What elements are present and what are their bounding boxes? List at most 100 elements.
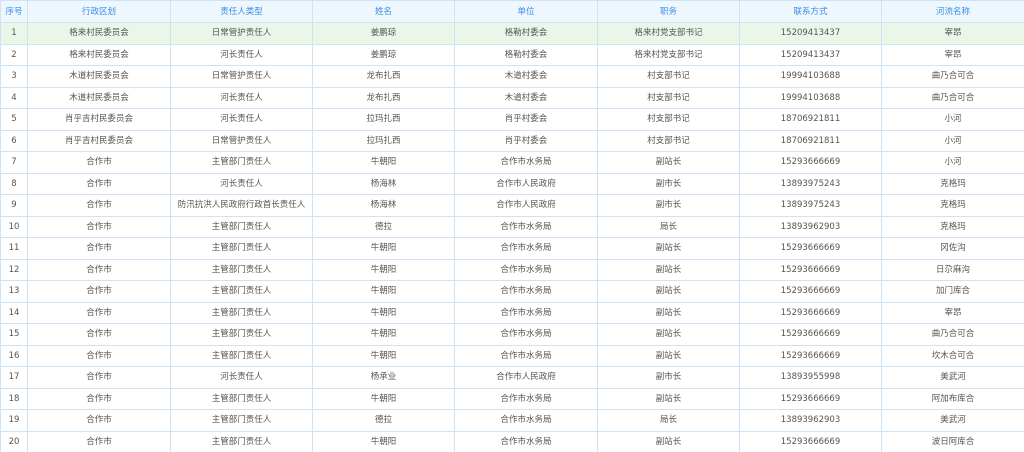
table-row[interactable]: 6 肖乎吉村民委员会 日常管护责任人 拉玛扎西 肖乎村委会 村支部书记 1870692181… <box>0 129 1024 152</box>
column-header-responsible-type[interactable]: 责任人类型 <box>170 0 313 23</box>
cell-river-name: 小河 <box>881 108 1024 131</box>
cell-index: 3 <box>0 65 28 88</box>
table-row[interactable]: 4 木道村民委员会 河长责任人 龙布扎西 木道村委会 村支部书记 19994103688 曲乃… <box>0 86 1024 109</box>
cell-position: 副站长 <box>597 323 740 346</box>
cell-unit: 合作市水务局 <box>454 387 598 410</box>
table-row[interactable]: 13 合作市 主管部门责任人 牛朝阳 合作市水务局 副站长 15293666669 加门库合 <box>0 280 1024 303</box>
cell-contact: 15293666669 <box>739 387 882 410</box>
cell-river-name: 曲乃合可合 <box>881 323 1024 346</box>
cell-responsible-type: 主管部门责任人 <box>170 237 313 260</box>
cell-admin-area: 合作市 <box>27 344 171 367</box>
cell-river-name: 美武河 <box>881 366 1024 389</box>
cell-name: 牛朝阳 <box>312 387 455 410</box>
cell-contact: 15293666669 <box>739 430 882 452</box>
table-header: 序号 行政区划 责任人类型 姓名 单位 职务 联系方式 河流名称 <box>0 0 1024 23</box>
cell-admin-area: 合作市 <box>27 237 171 260</box>
column-header-index[interactable]: 序号 <box>0 0 28 23</box>
cell-responsible-type: 日常管护责任人 <box>170 129 313 152</box>
table-row[interactable]: 10 合作市 主管部门责任人 德拉 合作市水务局 局长 13893962903 克格玛 <box>0 215 1024 238</box>
column-header-admin-area[interactable]: 行政区划 <box>27 0 171 23</box>
cell-index: 8 <box>0 172 28 195</box>
cell-responsible-type: 主管部门责任人 <box>170 301 313 324</box>
cell-responsible-type: 主管部门责任人 <box>170 151 313 174</box>
cell-position: 局长 <box>597 215 740 238</box>
table-row[interactable]: 2 格来村民委员会 河长责任人 姜鹏琼 格勒村委会 格来村党支部书记 15209413437… <box>0 43 1024 66</box>
table-row[interactable]: 19 合作市 主管部门责任人 德拉 合作市水务局 局长 13893962903 美武河 <box>0 409 1024 432</box>
cell-admin-area: 合作市 <box>27 172 171 195</box>
cell-position: 村支部书记 <box>597 65 740 88</box>
column-header-name[interactable]: 姓名 <box>312 0 455 23</box>
cell-river-name: 小河 <box>881 151 1024 174</box>
cell-unit: 合作市水务局 <box>454 215 598 238</box>
cell-contact: 13893975243 <box>739 172 882 195</box>
cell-name: 杨海林 <box>312 194 455 217</box>
cell-responsible-type: 河长责任人 <box>170 43 313 66</box>
cell-river-name: 曲乃合可合 <box>881 86 1024 109</box>
cell-index: 1 <box>0 22 28 45</box>
cell-position: 格来村党支部书记 <box>597 43 740 66</box>
column-header-position[interactable]: 职务 <box>597 0 740 23</box>
cell-river-name: 宰昂 <box>881 22 1024 45</box>
table-row[interactable]: 8 合作市 河长责任人 杨海林 合作市人民政府 副市长 13893975243 克格玛 <box>0 172 1024 195</box>
table-row[interactable]: 20 合作市 主管部门责任人 牛朝阳 合作市水务局 副站长 15293666669 波日阿库合 <box>0 430 1024 452</box>
cell-index: 14 <box>0 301 28 324</box>
cell-name: 牛朝阳 <box>312 280 455 303</box>
cell-contact: 15293666669 <box>739 258 882 281</box>
cell-position: 副站长 <box>597 344 740 367</box>
cell-contact: 15293666669 <box>739 237 882 260</box>
cell-index: 5 <box>0 108 28 131</box>
table-row[interactable]: 17 合作市 河长责任人 杨承业 合作市人民政府 副市长 13893955998 美武河 <box>0 366 1024 389</box>
cell-unit: 肖乎村委会 <box>454 129 598 152</box>
column-header-river-name[interactable]: 河流名称 <box>881 0 1024 23</box>
table-row[interactable]: 11 合作市 主管部门责任人 牛朝阳 合作市水务局 副站长 15293666669 冈佐沟 <box>0 237 1024 260</box>
cell-river-name: 波日阿库合 <box>881 430 1024 452</box>
table-row[interactable]: 7 合作市 主管部门责任人 牛朝阳 合作市水务局 副站长 15293666669 小河 <box>0 151 1024 174</box>
table-row[interactable]: 14 合作市 主管部门责任人 牛朝阳 合作市水务局 副站长 15293666669 宰昂 <box>0 301 1024 324</box>
cell-index: 16 <box>0 344 28 367</box>
cell-contact: 19994103688 <box>739 86 882 109</box>
cell-name: 龙布扎西 <box>312 86 455 109</box>
cell-name: 拉玛扎西 <box>312 129 455 152</box>
cell-position: 副市长 <box>597 366 740 389</box>
cell-admin-area: 木道村民委员会 <box>27 65 171 88</box>
table-row[interactable]: 9 合作市 防汛抗洪人民政府行政首长责任人 杨海林 合作市人民政府 副市长 13893975… <box>0 194 1024 217</box>
cell-name: 牛朝阳 <box>312 301 455 324</box>
table-row[interactable]: 15 合作市 主管部门责任人 牛朝阳 合作市水务局 副站长 15293666669 曲乃合可合 <box>0 323 1024 346</box>
cell-contact: 15293666669 <box>739 344 882 367</box>
cell-responsible-type: 主管部门责任人 <box>170 323 313 346</box>
cell-index: 6 <box>0 129 28 152</box>
cell-name: 牛朝阳 <box>312 237 455 260</box>
cell-unit: 木道村委会 <box>454 86 598 109</box>
cell-responsible-type: 日常管护责任人 <box>170 65 313 88</box>
cell-responsible-type: 河长责任人 <box>170 108 313 131</box>
table-row[interactable]: 1 格来村民委员会 日常管护责任人 姜鹏琼 格勒村委会 格来村党支部书记 152094134… <box>0 22 1024 45</box>
cell-name: 牛朝阳 <box>312 323 455 346</box>
cell-admin-area: 合作市 <box>27 323 171 346</box>
cell-contact: 18706921811 <box>739 108 882 131</box>
cell-responsible-type: 主管部门责任人 <box>170 430 313 452</box>
cell-index: 2 <box>0 43 28 66</box>
cell-unit: 合作市水务局 <box>454 409 598 432</box>
table-row[interactable]: 12 合作市 主管部门责任人 牛朝阳 合作市水务局 副站长 15293666669 日尕麻沟 <box>0 258 1024 281</box>
table-row[interactable]: 3 木道村民委员会 日常管护责任人 龙布扎西 木道村委会 村支部书记 19994103688… <box>0 65 1024 88</box>
cell-index: 15 <box>0 323 28 346</box>
table-row[interactable]: 16 合作市 主管部门责任人 牛朝阳 合作市水务局 副站长 15293666669 坎木合可合 <box>0 344 1024 367</box>
cell-unit: 合作市水务局 <box>454 344 598 367</box>
table-row[interactable]: 5 肖乎吉村民委员会 河长责任人 拉玛扎西 肖乎村委会 村支部书记 18706921811 小… <box>0 108 1024 131</box>
cell-responsible-type: 主管部门责任人 <box>170 280 313 303</box>
cell-contact: 18706921811 <box>739 129 882 152</box>
cell-responsible-type: 主管部门责任人 <box>170 344 313 367</box>
table-row[interactable]: 18 合作市 主管部门责任人 牛朝阳 合作市水务局 副站长 15293666669 阿加布库合 <box>0 387 1024 410</box>
cell-contact: 15293666669 <box>739 151 882 174</box>
cell-contact: 15209413437 <box>739 22 882 45</box>
cell-name: 姜鹏琼 <box>312 43 455 66</box>
cell-river-name: 宰昂 <box>881 301 1024 324</box>
column-header-unit[interactable]: 单位 <box>454 0 598 23</box>
cell-river-name: 日尕麻沟 <box>881 258 1024 281</box>
cell-unit: 合作市水务局 <box>454 280 598 303</box>
cell-contact: 13893962903 <box>739 409 882 432</box>
cell-contact: 13893962903 <box>739 215 882 238</box>
column-header-contact[interactable]: 联系方式 <box>739 0 882 23</box>
cell-contact: 15293666669 <box>739 280 882 303</box>
cell-name: 拉玛扎西 <box>312 108 455 131</box>
